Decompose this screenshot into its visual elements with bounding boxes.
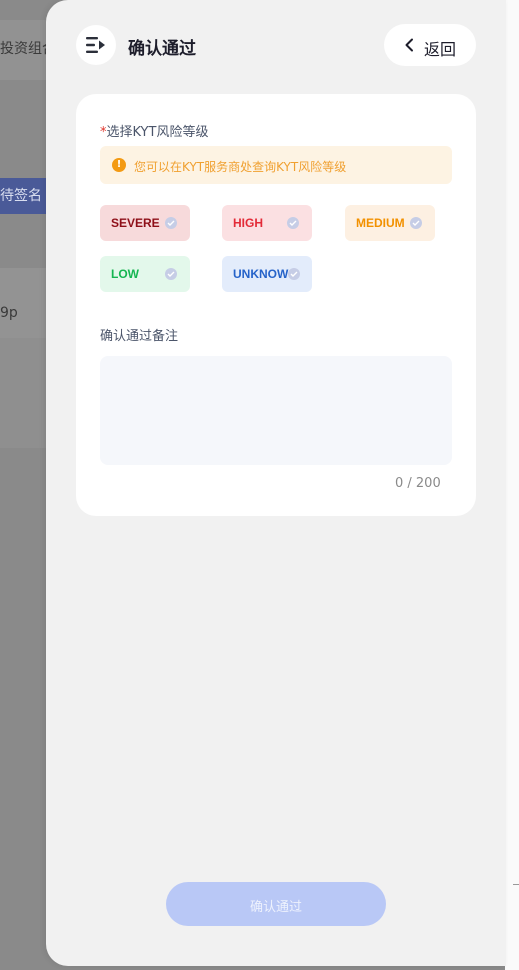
confirm-approval-button-label: 确认通过 xyxy=(249,900,302,915)
form-card: *选择KYT风险等级 ! 您可以在KYT服务商处查询KYT风险等级 SEVERE… xyxy=(76,94,476,516)
check-circle-icon xyxy=(165,217,177,229)
risk-tag-label: LOW xyxy=(111,267,139,281)
risk-tag-label: SEVERE xyxy=(111,216,160,230)
risk-tag-label: HIGH xyxy=(233,216,263,230)
risk-level-label-text: 选择KYT风险等级 xyxy=(106,125,209,140)
risk-level-label: *选择KYT风险等级 xyxy=(100,121,208,140)
check-circle-icon xyxy=(287,217,299,229)
back-button-label: 返回 xyxy=(424,40,457,59)
remark-label: 确认通过备注 xyxy=(100,329,179,344)
background-row-text: 待签名 xyxy=(0,188,42,204)
check-circle-icon xyxy=(288,268,300,280)
risk-tag-label: MEDIUM xyxy=(356,216,405,230)
check-circle-icon xyxy=(165,268,177,280)
warning-circle-icon: ! xyxy=(112,158,126,172)
menu-collapse-icon[interactable] xyxy=(76,25,116,65)
chevron-left-icon xyxy=(405,38,413,52)
risk-tag-label: UNKNOW xyxy=(233,267,289,281)
risk-tag-high[interactable]: HIGH xyxy=(222,205,312,241)
remark-char-counter: 0 / 200 xyxy=(395,476,441,491)
background-edge xyxy=(505,0,519,970)
confirm-approval-drawer: 确认通过 返回 *选择KYT风险等级 ! 您可以在KYT服务商处查询KYT风险等… xyxy=(46,0,506,966)
kyt-notice-text: 您可以在KYT服务商处查询KYT风险等级 xyxy=(134,160,347,174)
confirm-approval-button[interactable]: 确认通过 xyxy=(166,882,386,926)
risk-tag-low[interactable]: LOW xyxy=(100,256,190,292)
back-button[interactable]: 返回 xyxy=(384,24,476,66)
check-circle-icon xyxy=(410,217,422,229)
menu-collapse-icon-glyph xyxy=(86,37,105,53)
background-divider xyxy=(513,884,519,885)
background-row-text: 9p xyxy=(0,305,18,321)
page-title: 确认通过 xyxy=(128,39,196,59)
risk-tag-medium[interactable]: MEDIUM xyxy=(345,205,435,241)
remark-textarea[interactable] xyxy=(100,356,452,465)
risk-tag-severe[interactable]: SEVERE xyxy=(100,205,190,241)
kyt-notice: ! 您可以在KYT服务商处查询KYT风险等级 xyxy=(100,146,452,184)
risk-tag-unknow[interactable]: UNKNOW xyxy=(222,256,312,292)
